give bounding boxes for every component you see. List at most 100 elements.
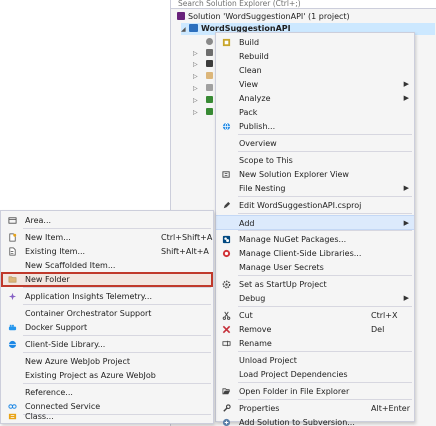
menu-item-load-dependencies[interactable]: Load Project Dependencies <box>216 367 414 382</box>
tree-node-properties[interactable]: ▷ <box>193 58 213 70</box>
tree-node-cs-file[interactable]: ▷ <box>193 94 213 106</box>
menu-item-clean[interactable]: Clean <box>216 63 414 78</box>
menu-separator <box>238 399 412 400</box>
menu-item-manage-client-libraries[interactable]: Manage Client-Side Libraries... <box>216 246 414 261</box>
submenu-item-reference[interactable]: Reference... <box>1 385 213 400</box>
menu-separator <box>238 134 412 135</box>
wrench-icon <box>206 60 213 67</box>
menu-separator <box>238 382 412 383</box>
submenu-item-client-side-library[interactable]: Client-Side Library... <box>1 337 213 352</box>
submenu-item-class[interactable]: Class... <box>1 410 213 424</box>
edit-icon <box>223 201 231 209</box>
build-icon <box>222 38 231 47</box>
menu-separator <box>238 306 412 307</box>
wrench-icon <box>223 404 231 412</box>
menu-separator <box>238 351 412 352</box>
tree-node-cs-file[interactable]: ▷ <box>193 106 213 118</box>
solution-explorer-search[interactable]: Search Solution Explorer (Ctrl+;) <box>171 0 436 9</box>
cut-icon <box>222 311 231 320</box>
project-icon <box>189 24 198 32</box>
submenu-item-new-azure-webjob[interactable]: New Azure WebJob Project <box>1 354 213 369</box>
submenu-item-container-orchestrator[interactable]: Container Orchestrator Support <box>1 306 213 321</box>
submenu-item-new-item[interactable]: New Item... Ctrl+Shift+A <box>1 230 213 245</box>
submenu-item-existing-item[interactable]: Existing Item... Shift+Alt+A <box>1 244 213 259</box>
menu-item-overview[interactable]: Overview <box>216 136 414 151</box>
menu-separator <box>238 275 412 276</box>
project-context-menu: Build Rebuild Clean View ▶ Analyze ▶ Pack … <box>215 32 415 426</box>
menu-item-edit-csproj[interactable]: Edit WordSuggestionAPI.csproj <box>216 198 414 213</box>
solution-node[interactable]: Solution 'WordSuggestionAPI' (1 project) <box>177 11 435 23</box>
submenu-item-new-scaffolded[interactable]: New Scaffolded Item... <box>1 258 213 273</box>
area-icon <box>8 217 17 224</box>
solution-icon <box>177 12 185 20</box>
menu-item-new-solution-explorer-view[interactable]: New Solution Explorer View <box>216 167 414 182</box>
menu-separator <box>238 213 412 214</box>
submenu-item-new-folder[interactable]: New Folder <box>1 272 213 287</box>
library-icon <box>222 249 231 258</box>
csharp-file-icon <box>206 96 213 103</box>
file-icon <box>206 84 213 91</box>
csharp-file-icon <box>206 108 213 115</box>
submenu-arrow-icon: ▶ <box>403 294 409 302</box>
menu-separator <box>23 304 211 305</box>
cloud-icon <box>206 38 213 45</box>
submenu-item-docker-support[interactable]: Docker Support <box>1 320 213 335</box>
menu-item-debug[interactable]: Debug ▶ <box>216 291 414 306</box>
docker-icon <box>8 324 17 331</box>
menu-separator <box>23 228 211 229</box>
folder-icon <box>206 72 213 79</box>
globe-icon <box>222 122 231 131</box>
menu-separator <box>23 287 211 288</box>
new-view-icon <box>222 171 230 178</box>
tree-node-folder[interactable]: ▷ <box>193 70 213 82</box>
menu-item-rebuild[interactable]: Rebuild <box>216 49 414 64</box>
folder-icon <box>8 276 17 283</box>
add-submenu: Area... New Item... Ctrl+Shift+A Existin… <box>0 210 214 424</box>
menu-separator <box>238 230 412 231</box>
menu-item-pack[interactable]: Pack <box>216 105 414 120</box>
menu-item-publish[interactable]: Publish... <box>216 119 414 134</box>
submenu-arrow-icon: ▶ <box>403 94 409 102</box>
insights-icon <box>8 292 17 301</box>
menu-item-remove[interactable]: Remove Del <box>216 322 414 337</box>
open-folder-icon <box>222 388 231 395</box>
menu-separator <box>238 151 412 152</box>
tree-node-file[interactable]: ▷ <box>193 82 213 94</box>
menu-item-build[interactable]: Build <box>216 35 414 50</box>
menu-item-add[interactable]: Add ▶ <box>216 215 414 230</box>
menu-item-manage-user-secrets[interactable]: Manage User Secrets <box>216 260 414 275</box>
client-library-icon <box>8 340 17 349</box>
menu-separator <box>23 335 211 336</box>
submenu-arrow-icon: ▶ <box>403 184 409 192</box>
menu-item-add-to-subversion[interactable]: Add Solution to Subversion... <box>216 415 414 426</box>
submenu-item-area[interactable]: Area... <box>1 213 213 228</box>
new-item-icon <box>9 233 17 242</box>
solution-label: Solution 'WordSuggestionAPI' (1 project) <box>188 12 350 21</box>
menu-separator <box>238 196 412 197</box>
dependencies-icon <box>206 49 213 56</box>
menu-item-open-folder[interactable]: Open Folder in File Explorer <box>216 384 414 399</box>
menu-item-set-startup[interactable]: Set as StartUp Project <box>216 277 414 292</box>
class-icon <box>8 413 17 420</box>
menu-item-file-nesting[interactable]: File Nesting ▶ <box>216 181 414 196</box>
menu-item-view[interactable]: View ▶ <box>216 77 414 92</box>
menu-separator <box>23 352 211 353</box>
existing-item-icon <box>9 247 16 256</box>
submenu-item-app-insights[interactable]: Application Insights Telemetry... <box>1 289 213 304</box>
submenu-arrow-icon: ▶ <box>403 219 409 227</box>
menu-item-manage-nuget[interactable]: Manage NuGet Packages... <box>216 232 414 247</box>
expand-triangle-icon[interactable]: ◢ <box>181 24 189 36</box>
menu-item-rename[interactable]: Rename <box>216 336 414 351</box>
menu-item-cut[interactable]: Cut Ctrl+X <box>216 308 414 323</box>
expand-triangle-icon[interactable]: ▷ <box>193 107 201 119</box>
menu-item-analyze[interactable]: Analyze ▶ <box>216 91 414 106</box>
menu-item-scope-to-this[interactable]: Scope to This <box>216 153 414 168</box>
menu-item-unload-project[interactable]: Unload Project <box>216 353 414 368</box>
remove-icon <box>222 325 231 334</box>
submenu-item-existing-azure-webjob[interactable]: Existing Project as Azure WebJob <box>1 368 213 383</box>
menu-item-properties[interactable]: Properties Alt+Enter <box>216 401 414 416</box>
rename-icon <box>222 340 231 347</box>
menu-separator <box>23 383 211 384</box>
submenu-arrow-icon: ▶ <box>403 80 409 88</box>
subversion-icon <box>222 418 231 426</box>
